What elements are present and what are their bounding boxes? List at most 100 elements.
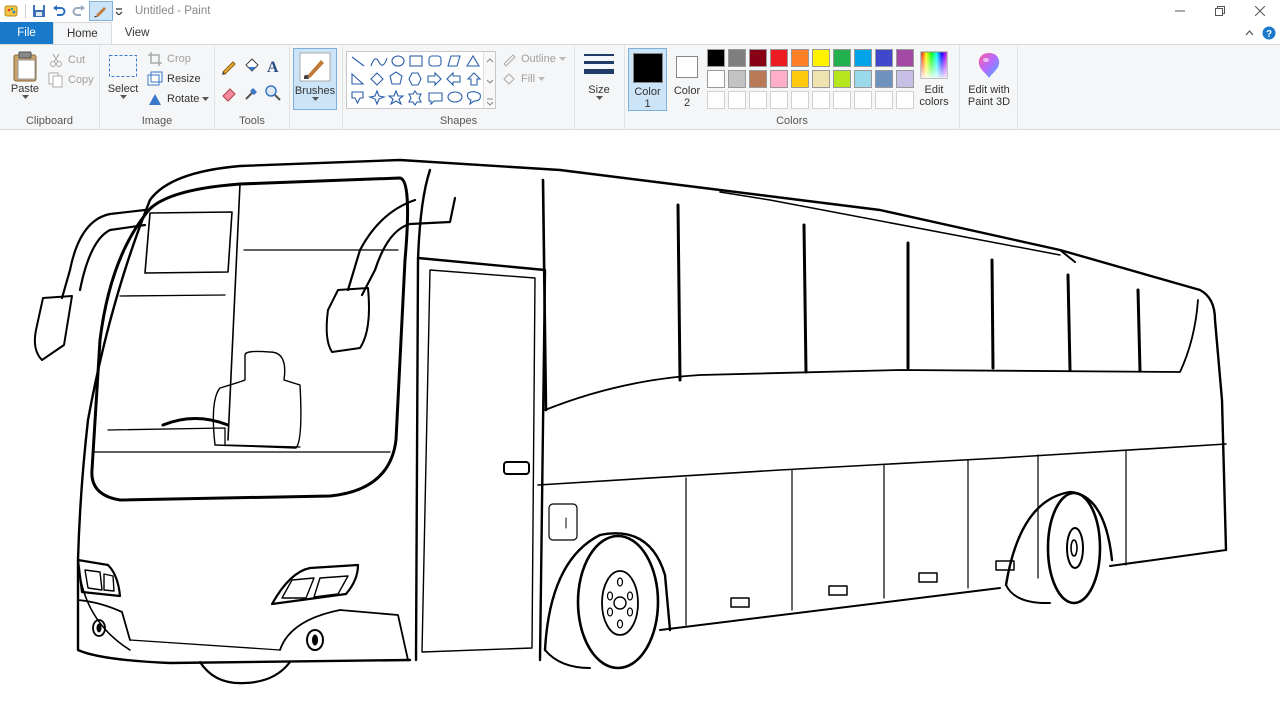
palette-swatch[interactable] bbox=[896, 70, 914, 88]
select-button[interactable]: Select bbox=[106, 53, 140, 99]
scissors-icon bbox=[48, 52, 64, 68]
palette-swatch[interactable] bbox=[812, 49, 830, 67]
text-icon[interactable]: A bbox=[264, 57, 286, 78]
palette-swatch[interactable] bbox=[896, 49, 914, 67]
rotate-button[interactable]: Rotate bbox=[147, 89, 210, 109]
palette-swatch[interactable] bbox=[854, 49, 872, 67]
palette-swatch[interactable] bbox=[854, 70, 872, 88]
paste-icon bbox=[13, 51, 37, 82]
ribbon: Paste Cut Copy Clipboard Select Crop Res… bbox=[0, 44, 1280, 130]
palette-swatch-empty[interactable] bbox=[854, 91, 872, 109]
drawing-canvas[interactable] bbox=[0, 131, 1280, 720]
shapes-group: Outline Fill Shapes bbox=[343, 45, 575, 130]
pencil-icon[interactable] bbox=[220, 57, 242, 78]
shapes-scroll[interactable] bbox=[483, 52, 495, 108]
palette-swatch[interactable] bbox=[770, 49, 788, 67]
size-group: Size bbox=[575, 45, 625, 130]
palette-swatch-empty[interactable] bbox=[707, 91, 725, 109]
palette-swatch-empty[interactable] bbox=[875, 91, 893, 109]
restore-icon[interactable] bbox=[1200, 0, 1240, 22]
palette-swatch[interactable] bbox=[728, 70, 746, 88]
color2-button[interactable]: Color 2 bbox=[670, 48, 704, 111]
tab-view[interactable]: View bbox=[112, 22, 163, 44]
edit-colors-button[interactable]: Edit colors bbox=[914, 51, 954, 108]
tab-home[interactable]: Home bbox=[53, 22, 112, 44]
color-picker-icon[interactable] bbox=[242, 84, 264, 105]
help-icon[interactable]: ? bbox=[1258, 26, 1280, 40]
eraser-icon[interactable] bbox=[220, 84, 242, 105]
clipboard-group-label: Clipboard bbox=[25, 115, 74, 127]
colors-group-label: Colors bbox=[776, 115, 808, 127]
rotate-label: Rotate bbox=[167, 93, 200, 105]
paint3d-label-2: Paint 3D bbox=[967, 96, 1011, 108]
fill-bucket-icon[interactable] bbox=[242, 57, 264, 78]
palette-swatch-empty[interactable] bbox=[896, 91, 914, 109]
color-palette bbox=[707, 49, 915, 113]
palette-swatch[interactable] bbox=[707, 49, 725, 67]
resize-button[interactable]: Resize bbox=[147, 69, 209, 89]
edit-with-paint3d-button[interactable]: Edit with Paint 3D bbox=[963, 51, 1015, 108]
palette-swatch[interactable] bbox=[791, 70, 809, 88]
rotate-icon bbox=[147, 91, 163, 107]
palette-swatch[interactable] bbox=[728, 49, 746, 67]
palette-swatch[interactable] bbox=[812, 70, 830, 88]
brushes-button[interactable]: Brushes bbox=[293, 48, 337, 110]
cut-button[interactable]: Cut bbox=[48, 50, 94, 70]
palette-swatch[interactable] bbox=[875, 70, 893, 88]
color1-button[interactable]: Color 1 bbox=[628, 48, 667, 111]
minimize-icon[interactable] bbox=[1160, 0, 1200, 22]
outline-button[interactable]: Outline bbox=[501, 49, 566, 69]
fill-icon bbox=[501, 71, 517, 87]
palette-swatch[interactable] bbox=[770, 70, 788, 88]
copy-button[interactable]: Copy bbox=[48, 70, 94, 90]
palette-swatch[interactable] bbox=[833, 70, 851, 88]
size-icon bbox=[584, 54, 614, 74]
save-icon[interactable] bbox=[29, 1, 49, 21]
palette-swatch-empty[interactable] bbox=[770, 91, 788, 109]
qat-dropdown-arrow[interactable] bbox=[113, 1, 125, 21]
magnifier-icon[interactable] bbox=[264, 84, 286, 105]
color2-number: 2 bbox=[683, 97, 691, 109]
crop-icon bbox=[147, 51, 163, 67]
brush-icon[interactable] bbox=[89, 1, 113, 21]
palette-swatch[interactable] bbox=[791, 49, 809, 67]
palette-swatch-empty[interactable] bbox=[728, 91, 746, 109]
palette-swatch-empty[interactable] bbox=[791, 91, 809, 109]
palette-swatch[interactable] bbox=[749, 49, 767, 67]
chevron-down-icon bbox=[538, 77, 546, 81]
crop-button[interactable]: Crop bbox=[147, 49, 209, 69]
close-icon[interactable] bbox=[1240, 0, 1280, 22]
quick-access-toolbar bbox=[0, 0, 125, 22]
chevron-down-icon bbox=[558, 57, 566, 61]
palette-swatch-empty[interactable] bbox=[749, 91, 767, 109]
palette-swatch[interactable] bbox=[875, 49, 893, 67]
palette-swatch-empty[interactable] bbox=[812, 91, 830, 109]
color2-label: Color bbox=[673, 85, 701, 97]
tools-group: A Tools bbox=[215, 45, 290, 130]
image-group-label: Image bbox=[141, 115, 173, 127]
fill-button[interactable]: Fill bbox=[501, 69, 566, 89]
size-button[interactable]: Size bbox=[581, 51, 617, 100]
collapse-ribbon-icon[interactable] bbox=[1240, 30, 1258, 36]
title-bar: Untitled - Paint bbox=[0, 0, 1280, 22]
palette-swatch[interactable] bbox=[833, 49, 851, 67]
palette-swatch[interactable] bbox=[749, 70, 767, 88]
brush-icon bbox=[299, 52, 331, 82]
window-title: Untitled - Paint bbox=[135, 5, 211, 17]
fill-label: Fill bbox=[521, 73, 536, 85]
color2-swatch bbox=[676, 56, 698, 78]
shapes-gallery[interactable] bbox=[346, 51, 496, 109]
redo-icon[interactable] bbox=[69, 1, 89, 21]
palette-swatch[interactable] bbox=[707, 70, 725, 88]
brushes-group: Brushes bbox=[290, 45, 343, 130]
paint-app-icon[interactable] bbox=[2, 1, 22, 21]
color1-label: Color bbox=[634, 86, 661, 98]
paint3d-group: Edit with Paint 3D bbox=[960, 45, 1018, 130]
tab-file[interactable]: File bbox=[0, 22, 53, 44]
undo-icon[interactable] bbox=[49, 1, 69, 21]
chevron-down-icon bbox=[119, 95, 127, 99]
paste-button[interactable]: Paste bbox=[8, 51, 42, 99]
palette-swatch-empty[interactable] bbox=[833, 91, 851, 109]
svg-text:A: A bbox=[267, 59, 279, 75]
cut-label: Cut bbox=[68, 54, 86, 66]
